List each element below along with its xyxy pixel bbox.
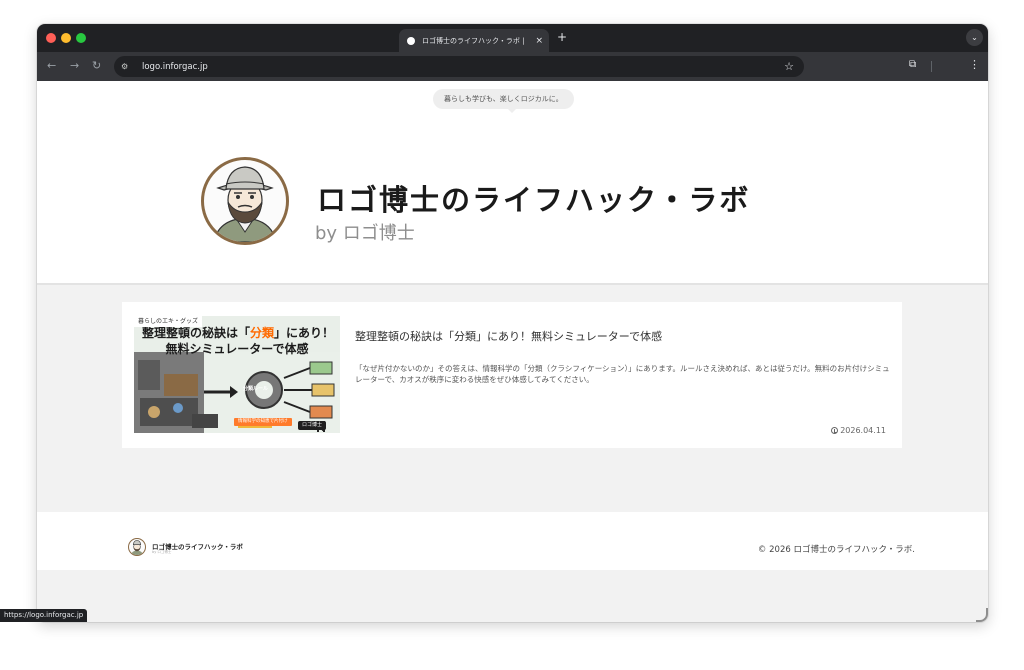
close-window-button[interactable] bbox=[46, 33, 56, 43]
site-info-icon[interactable]: ⚙ bbox=[121, 62, 135, 72]
site-header: 暮らしも学びも、楽しくロジカルに。 ロゴ博士のライフハック・ラボ by ロゴ博士 bbox=[37, 81, 988, 285]
footer-avatar-icon bbox=[130, 540, 144, 555]
browser-toolbar: ← → ↻ ⚙ logo.inforgac.jp ☆ ⧉ ⋮ bbox=[37, 52, 988, 81]
tagline-bubble: 暮らしも学びも、楽しくロジカルに。 bbox=[433, 89, 574, 109]
thumbnail-headline-line2: 無料シミュレーターで体感 bbox=[165, 342, 309, 356]
forward-icon[interactable]: → bbox=[70, 59, 79, 72]
new-tab-button[interactable]: + bbox=[557, 30, 567, 44]
url-text[interactable]: logo.inforgac.jp bbox=[142, 62, 208, 72]
post-excerpt: 「なぜ片付かないのか」その答えは、情報科学の「分類（クラシフィケーション）」にあ… bbox=[355, 364, 890, 384]
post-date: 2026.04.11 bbox=[831, 426, 886, 435]
post-date-text: 2026.04.11 bbox=[840, 426, 886, 435]
toolbar-divider bbox=[931, 61, 932, 72]
tab-title: ロゴ博士のライフハック・ラボ | bbox=[422, 36, 525, 45]
avatar-portrait-icon bbox=[213, 166, 277, 242]
extensions-icon[interactable]: ⧉ bbox=[909, 59, 916, 70]
status-bar-url: https://logo.inforgac.jp bbox=[0, 609, 88, 622]
tab-strip: ロゴ博士のライフハック・ラボ | × + ⌄ bbox=[37, 24, 988, 52]
post-thumbnail[interactable]: 整理整頓の秘訣は「分類」にあり！ 無料シミュレーターで体感 暮らしのエキ・グッズ… bbox=[134, 316, 340, 433]
post-title[interactable]: 整理整頓の秘訣は「分類」にあり！無料シミュレーターで体感 bbox=[355, 328, 662, 344]
minimize-window-button[interactable] bbox=[61, 33, 71, 43]
tab-active[interactable]: ロゴ博士のライフハック・ラボ | × bbox=[399, 29, 549, 52]
page-viewport: 暮らしも学びも、楽しくロジカルに。 ロゴ博士のライフハック・ラボ by ロゴ博士… bbox=[37, 81, 988, 622]
copyright-text: © 2026 ロゴ博士のライフハック・ラボ. bbox=[757, 545, 915, 555]
bookmark-star-icon[interactable]: ☆ bbox=[784, 60, 794, 73]
back-icon[interactable]: ← bbox=[47, 59, 56, 72]
site-footer: ロゴ博士のライフハック・ラボ by ロゴ博士 © 2026 ロゴ博士のライフハッ… bbox=[37, 512, 988, 570]
clock-icon bbox=[831, 427, 839, 434]
thumbnail-orange-label: 情報科学の知恵で片付け bbox=[234, 418, 292, 426]
kebab-menu-icon[interactable]: ⋮ bbox=[969, 58, 980, 71]
thumbnail-badge: ロゴ博士 bbox=[297, 421, 326, 430]
zoom-window-button[interactable] bbox=[76, 33, 86, 43]
category-label[interactable]: 暮らしのエキ・グッズ bbox=[134, 316, 203, 327]
site-title[interactable]: ロゴ博士のライフハック・ラボ bbox=[317, 177, 750, 219]
footer-logo-avatar[interactable] bbox=[128, 538, 146, 556]
browser-window: ロゴ博士のライフハック・ラボ | × + ⌄ ← → ↻ ⚙ logo.info… bbox=[37, 24, 988, 622]
tagline-pointer bbox=[507, 108, 517, 113]
favicon-icon bbox=[407, 36, 415, 45]
thumbnail-center-label: 分類ルール bbox=[243, 386, 269, 392]
tab-search-button[interactable]: ⌄ bbox=[966, 29, 983, 46]
avatar[interactable] bbox=[201, 157, 289, 245]
post-card[interactable]: 整理整頓の秘訣は「分類」にあり！ 無料シミュレーターで体感 暮らしのエキ・グッズ… bbox=[122, 302, 902, 448]
footer-logo-byline: by ロゴ博士 bbox=[152, 550, 172, 554]
reload-icon[interactable]: ↻ bbox=[92, 59, 101, 72]
site-byline: by ロゴ博士 bbox=[315, 223, 415, 244]
address-bar[interactable]: ⚙ logo.inforgac.jp ☆ bbox=[114, 56, 804, 77]
close-icon[interactable]: × bbox=[535, 36, 543, 46]
